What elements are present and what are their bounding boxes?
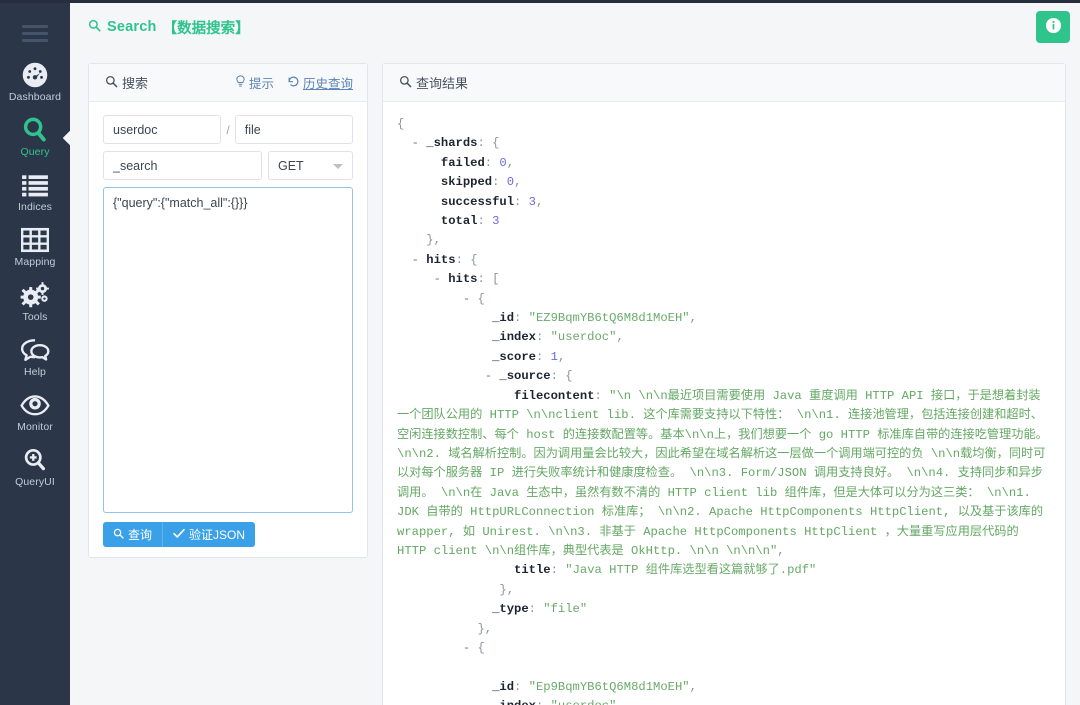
main-area: Search 【数据搜索】 搜索 xyxy=(70,3,1080,705)
table-grid-icon xyxy=(21,225,49,255)
chat-bubbles-icon xyxy=(20,335,50,365)
info-circle-icon xyxy=(1045,17,1062,37)
query-body-textarea[interactable] xyxy=(103,187,353,513)
sidebar-item-label: Dashboard xyxy=(9,91,61,104)
sidebar-item-label: Tools xyxy=(22,311,47,324)
http-method-value: GET xyxy=(278,159,304,173)
search-icon xyxy=(113,528,124,542)
http-method-select[interactable]: GET xyxy=(268,151,353,180)
sidebar-item-tools[interactable]: Tools xyxy=(0,275,70,330)
application-root: Dashboard Query Indices Mapping Tools xyxy=(0,0,1080,705)
search-panel-title: 搜索 xyxy=(105,73,148,92)
page-title-zh: 【数据搜索】 xyxy=(163,17,250,38)
lightbulb-icon xyxy=(235,75,246,91)
hint-link-label: 提示 xyxy=(249,73,274,92)
search-panel-actions: 提示 历史查询 xyxy=(235,73,353,92)
sidebar-item-label: Monitor xyxy=(17,421,53,434)
history-icon xyxy=(287,75,300,91)
info-button[interactable] xyxy=(1036,11,1070,43)
hint-link[interactable]: 提示 xyxy=(235,73,274,92)
result-panel-title: 查询结果 xyxy=(399,73,468,92)
result-panel-title-text: 查询结果 xyxy=(416,73,468,92)
search-panel-title-text: 搜索 xyxy=(122,73,148,92)
index-input[interactable] xyxy=(103,115,221,144)
magnifier-plus-icon xyxy=(21,445,49,475)
endpoint-input[interactable] xyxy=(103,151,262,180)
result-panel: 查询结果 { - _shards: { failed: 0, skipped: … xyxy=(382,63,1066,705)
hamburger-icon[interactable] xyxy=(0,11,70,55)
chevron-down-icon xyxy=(333,164,343,169)
search-form: / GET xyxy=(89,102,367,557)
index-type-row: / xyxy=(103,115,353,144)
check-icon xyxy=(173,528,185,542)
search-icon xyxy=(88,19,101,36)
sidebar-item-label: Indices xyxy=(18,201,52,214)
search-panel: 搜索 提示 历史查询 xyxy=(88,63,368,558)
sidebar-item-label: Query xyxy=(20,146,49,159)
sidebar-item-label: Mapping xyxy=(15,256,56,269)
result-json-viewer[interactable]: { - _shards: { failed: 0, skipped: 0, su… xyxy=(383,102,1065,705)
page-title-en: Search xyxy=(107,19,157,35)
validate-json-button-label: 验证JSON xyxy=(189,526,245,543)
validate-json-button[interactable]: 验证JSON xyxy=(162,522,255,547)
run-query-button-label: 查询 xyxy=(128,526,152,543)
page-title: Search 【数据搜索】 xyxy=(88,17,250,38)
magnifier-icon xyxy=(20,115,50,145)
sidebar-item-monitor[interactable]: Monitor xyxy=(0,385,70,440)
sidebar-item-label: Help xyxy=(24,366,46,379)
sidebar-item-help[interactable]: Help xyxy=(0,330,70,385)
endpoint-method-row: GET xyxy=(103,151,353,180)
search-icon xyxy=(105,75,118,91)
run-query-button[interactable]: 查询 xyxy=(103,522,162,547)
list-icon xyxy=(21,170,49,200)
search-buttons: 查询 验证JSON xyxy=(103,522,353,547)
sidebar: Dashboard Query Indices Mapping Tools xyxy=(0,3,70,705)
sidebar-item-query[interactable]: Query xyxy=(0,110,70,165)
result-panel-header: 查询结果 xyxy=(383,64,1065,102)
sidebar-item-queryui[interactable]: QueryUI xyxy=(0,440,70,495)
history-link-label: 历史查询 xyxy=(303,73,353,92)
sidebar-item-indices[interactable]: Indices xyxy=(0,165,70,220)
json-output: { - _shards: { failed: 0, skipped: 0, su… xyxy=(397,115,1051,705)
content-area: 搜索 提示 历史查询 xyxy=(70,51,1080,705)
sidebar-item-dashboard[interactable]: Dashboard xyxy=(0,55,70,110)
search-icon xyxy=(399,75,412,91)
hamburger-bar xyxy=(22,32,48,35)
hamburger-bar xyxy=(22,39,48,42)
history-link[interactable]: 历史查询 xyxy=(287,73,353,92)
sidebar-item-label: QueryUI xyxy=(15,476,55,489)
gears-icon xyxy=(20,280,50,310)
top-bar: Search 【数据搜索】 xyxy=(70,3,1080,51)
dashboard-gauge-icon xyxy=(21,60,49,90)
eye-icon xyxy=(20,390,50,420)
hamburger-bar xyxy=(22,25,48,28)
path-separator: / xyxy=(221,115,234,144)
type-input[interactable] xyxy=(235,115,353,144)
search-panel-header: 搜索 提示 历史查询 xyxy=(89,64,367,102)
sidebar-item-mapping[interactable]: Mapping xyxy=(0,220,70,275)
